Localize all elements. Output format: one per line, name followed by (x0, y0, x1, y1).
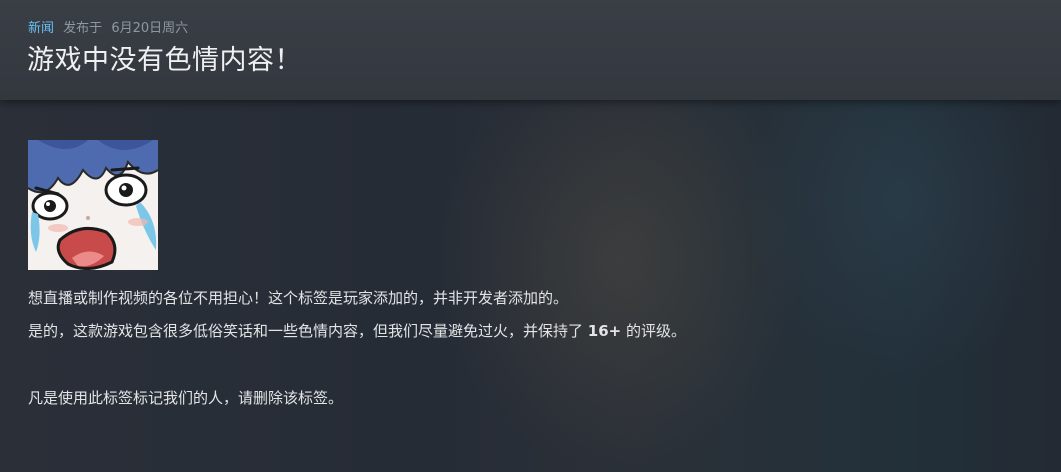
shocked-crying-face-icon (28, 140, 158, 270)
post-meta: 新闻 发布于 6月20日周六 (28, 20, 188, 38)
body-paragraph-2: 是的，这款游戏包含很多低俗笑话和一些色情内容，但我们尽量避免过火，并保持了 16… (28, 321, 686, 341)
age-rating-badge: 16+ (587, 322, 622, 340)
body-paragraph-3: 凡是使用此标签标记我们的人，请删除该标签。 (28, 389, 344, 407)
body-paragraph-2-tail: 的评级。 (626, 322, 687, 340)
published-label: 发布于 (63, 21, 103, 36)
post-date: 6月20日周六 (111, 21, 189, 36)
body-paragraph-1: 想直播或制作视频的各位不用担心！这个标签是玩家添加的，并非开发者添加的。 (28, 289, 569, 307)
post-title: 游戏中没有色情内容！ (27, 45, 302, 76)
body-paragraph-2-text: 是的，这款游戏包含很多低俗笑话和一些色情内容，但我们尽量避免过火，并保持了 (28, 322, 584, 340)
news-post-page: 新闻 发布于 6月20日周六 游戏中没有色情内容！ 想直播或制作视频的各位不用担… (0, 0, 1061, 472)
post-header: 新闻 发布于 6月20日周六 游戏中没有色情内容！ (0, 0, 1061, 100)
news-tag-link[interactable]: 新闻 (28, 21, 54, 36)
